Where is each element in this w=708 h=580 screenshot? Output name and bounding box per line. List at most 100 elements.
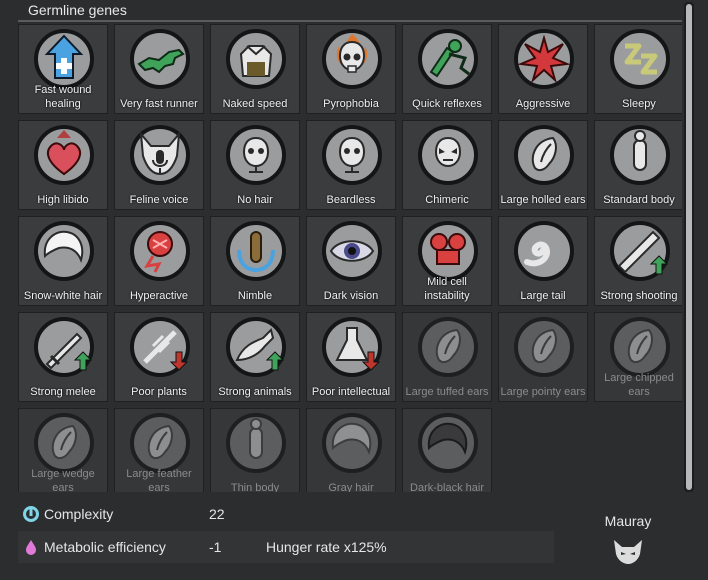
gene-label: Snow-white hair	[23, 290, 103, 302]
gene-label: Beardless	[326, 194, 376, 206]
gene-label: Nimble	[237, 290, 273, 302]
gene-card[interactable]: Chimeric	[402, 120, 492, 210]
xenotype-panel[interactable]: Mauray	[582, 510, 674, 570]
gene-card[interactable]: Thin body	[210, 408, 300, 492]
gray-hair-icon	[321, 412, 383, 474]
gene-label: Large pointy ears	[500, 386, 586, 398]
gene-label: Large tail	[520, 290, 566, 302]
running-dog-icon	[129, 28, 191, 90]
tuffed-ear-icon	[417, 316, 479, 378]
dark-vision-eye-icon	[321, 220, 383, 282]
gene-label: Pyrophobia	[323, 98, 379, 110]
gene-card[interactable]: Hyperactive	[114, 216, 204, 306]
gene-card[interactable]: Snow-white hair	[18, 216, 108, 306]
gene-card[interactable]: Poor plants	[114, 312, 204, 402]
gene-label: Quick reflexes	[412, 98, 482, 110]
gene-card[interactable]: Strong animals	[210, 312, 300, 402]
thin-body-icon	[225, 412, 287, 474]
plants-down-icon	[129, 316, 191, 378]
scrollbar[interactable]	[684, 2, 694, 492]
gene-card[interactable]: Large pointy ears	[498, 312, 588, 402]
gene-label: Large holled ears	[500, 194, 586, 206]
gene-label: No hair	[237, 194, 273, 206]
gene-label: Large wedge ears	[31, 468, 95, 492]
gene-label: Strong animals	[218, 386, 292, 398]
flaming-skull-icon	[321, 28, 383, 90]
gene-label: Large chipped ears	[604, 372, 674, 398]
quick-reflexes-icon	[417, 28, 479, 90]
gene-card[interactable]: Large feather ears	[114, 408, 204, 492]
scroll-thumb[interactable]	[686, 4, 692, 490]
pointy-ear-icon	[513, 316, 575, 378]
metabolic-value: -1	[209, 539, 222, 555]
gene-card[interactable]: Poor intellectual	[306, 312, 396, 402]
section-title: Germline genes	[28, 2, 127, 18]
gene-card[interactable]: Pyrophobia	[306, 24, 396, 114]
gene-card[interactable]: Mild cell instability	[402, 216, 492, 306]
gene-card[interactable]: Aggressive	[498, 24, 588, 114]
gene-card[interactable]: Strong shooting	[594, 216, 682, 306]
gene-label: Naked speed	[222, 98, 288, 110]
metabolic-label: Metabolic efficiency	[44, 539, 166, 555]
gene-card[interactable]: Standard body	[594, 120, 682, 210]
cat-head-icon[interactable]	[612, 538, 644, 566]
nimble-icon	[225, 220, 287, 282]
animals-up-icon	[225, 316, 287, 378]
holled-ear-icon	[513, 124, 575, 186]
gene-card[interactable]: Dark-black hair	[402, 408, 492, 492]
gene-label: Standard body	[603, 194, 675, 206]
gene-card[interactable]: Very fast runner	[114, 24, 204, 114]
beardless-head-icon	[321, 124, 383, 186]
gene-label: Chimeric	[425, 194, 469, 206]
sleepy-zz-icon	[609, 28, 671, 90]
gene-card[interactable]: Nimble	[210, 216, 300, 306]
tail-icon	[513, 220, 575, 282]
gene-card[interactable]: Fast wound healing	[18, 24, 108, 114]
gene-card[interactable]: Large holled ears	[498, 120, 588, 210]
rifle-up-icon	[609, 220, 671, 282]
gene-label: Thin body	[230, 482, 280, 492]
gene-label: Large feather ears	[126, 468, 192, 492]
gene-card[interactable]: Large chipped ears	[594, 312, 682, 402]
complexity-row: Complexity 22	[18, 498, 554, 530]
gene-card[interactable]: Feline voice	[114, 120, 204, 210]
gene-label: Dark-black hair	[410, 482, 484, 492]
gene-label: Strong melee	[30, 386, 96, 398]
aggressive-burst-icon	[513, 28, 575, 90]
gene-card[interactable]: Quick reflexes	[402, 24, 492, 114]
gene-label: Poor plants	[131, 386, 187, 398]
gene-card[interactable]: Sleepy	[594, 24, 682, 114]
gene-card[interactable]: Beardless	[306, 120, 396, 210]
feline-voice-icon	[129, 124, 191, 186]
gene-label: Mild cell instability	[424, 276, 470, 302]
no-hair-head-icon	[225, 124, 287, 186]
gene-card[interactable]: Gray hair	[306, 408, 396, 492]
black-hair-icon	[417, 412, 479, 474]
metabolic-row: Metabolic efficiency -1 Hunger rate x125…	[18, 531, 554, 563]
gene-label: Dark vision	[323, 290, 379, 302]
fast-wound-healing-icon	[33, 28, 95, 90]
white-hair-icon	[33, 220, 95, 282]
wedge-ear-icon	[33, 412, 95, 474]
gene-card[interactable]: Strong melee	[18, 312, 108, 402]
chipped-ear-icon	[609, 316, 671, 378]
sword-up-icon	[33, 316, 95, 378]
gene-card[interactable]: Large tail	[498, 216, 588, 306]
gene-card[interactable]: Dark vision	[306, 216, 396, 306]
gene-label: Strong shooting	[600, 290, 678, 302]
gene-label: High libido	[37, 194, 89, 206]
gene-card[interactable]: Naked speed	[210, 24, 300, 114]
gene-label: Poor intellectual	[311, 386, 391, 398]
gene-card[interactable]: High libido	[18, 120, 108, 210]
complexity-label: Complexity	[44, 506, 114, 522]
gene-label: Sleepy	[622, 98, 656, 110]
gene-card[interactable]: Large tuffed ears	[402, 312, 492, 402]
gene-card[interactable]: Large wedge ears	[18, 408, 108, 492]
gene-card[interactable]: No hair	[210, 120, 300, 210]
standard-body-icon	[609, 124, 671, 186]
flask-down-icon	[321, 316, 383, 378]
gene-label: Hyperactive	[129, 290, 189, 302]
gene-label: Gray hair	[328, 482, 374, 492]
gene-grid: Fast wound healing Very fast runner Naked …	[18, 24, 682, 492]
gene-label: Aggressive	[515, 98, 571, 110]
